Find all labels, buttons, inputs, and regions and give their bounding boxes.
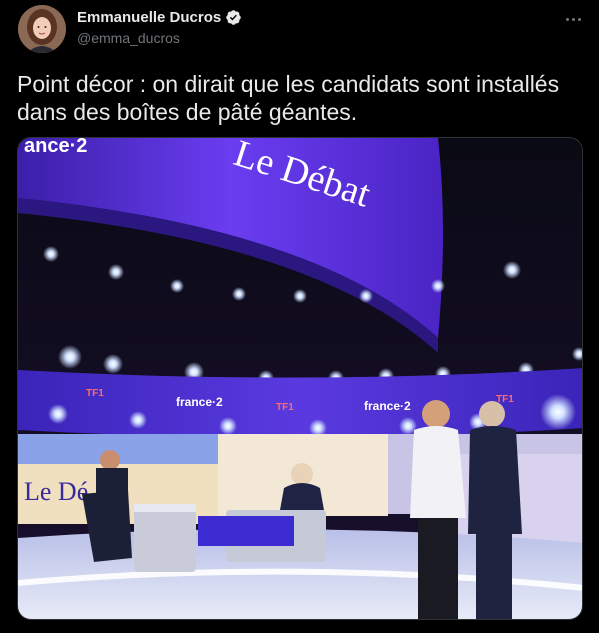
ring-label: france·2 [364,399,411,413]
tweet-media-photo[interactable]: ance·2 Le Débat france·2 france·2 TF1 TF… [17,137,583,620]
center-screen [198,516,294,546]
top-logo: ance·2 [24,138,87,157]
author-name-row: Emmanuelle Ducros [77,9,242,26]
author-avatar[interactable] [18,5,66,53]
verified-badge-icon [226,10,241,25]
dot [577,17,581,21]
presenter-woman [410,426,466,518]
ring-tf1: TF1 [276,402,294,413]
author-handle[interactable]: @emma_ducros [77,30,180,46]
presenter-woman-head [422,400,450,428]
right-candidate [280,483,324,510]
dot [565,17,569,21]
screen-text: Le Dé [24,477,88,506]
dot [571,17,575,21]
presenter-man [468,426,522,534]
left-candidate-desk [134,504,196,572]
more-options-icon[interactable] [560,8,586,30]
ring-tf1: TF1 [86,388,104,399]
debate-stage-photo: ance·2 Le Débat france·2 france·2 TF1 TF… [18,138,582,619]
avatar-image [18,5,66,53]
right-candidate-head [291,463,313,485]
author-name[interactable]: Emmanuelle Ducros [77,9,221,26]
ring-label: france·2 [176,395,223,409]
tweet-text: Point décor : on dirait que les candidat… [17,71,560,125]
presenter-man-head [479,401,505,427]
